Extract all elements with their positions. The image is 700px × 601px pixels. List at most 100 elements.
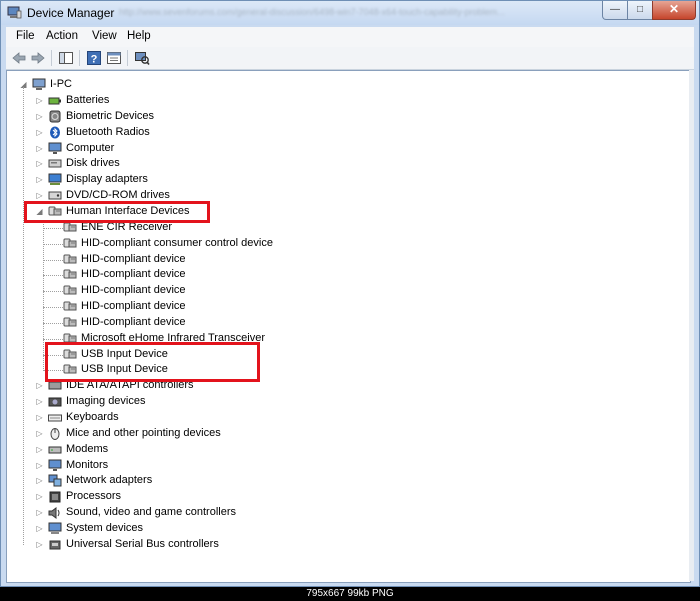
category-label: Display adapters [66, 173, 148, 186]
collapsed-arrow-icon[interactable]: ▷ [35, 96, 44, 105]
collapsed-arrow-icon[interactable]: ▷ [35, 144, 44, 153]
collapsed-arrow-icon[interactable]: ▷ [35, 445, 44, 454]
menu-bar: File Action View Help [6, 27, 694, 47]
device-manager-window: Device Manager http://www.sevenforums.co… [0, 0, 700, 587]
hid-icon [63, 317, 77, 327]
collapsed-arrow-icon[interactable]: ▷ [35, 175, 44, 184]
title-bar[interactable]: Device Manager http://www.sevenforums.co… [1, 1, 699, 25]
menu-file[interactable]: File [16, 30, 35, 42]
collapsed-arrow-icon[interactable]: ▷ [35, 413, 44, 422]
hid-device-item[interactable]: HID-compliant consumer control device [63, 236, 323, 252]
menu-view[interactable]: View [92, 30, 117, 42]
minimize-button[interactable]: — [602, 1, 628, 20]
maximize-button[interactable]: □ [627, 1, 653, 20]
tree-category[interactable]: ▷ Sound, video and game controllers [35, 505, 335, 521]
tree-category[interactable]: ▷ Disk drives [35, 156, 335, 172]
category-label: Imaging devices [66, 395, 146, 408]
mouse-icon [50, 427, 60, 440]
tree-category[interactable]: ▷ Batteries [35, 93, 335, 109]
collapsed-arrow-icon[interactable]: ▷ [35, 128, 44, 137]
window-right-rail [689, 70, 694, 581]
back-arrow-icon[interactable] [11, 50, 27, 66]
category-label: Bluetooth Radios [66, 125, 150, 138]
hid-device-item[interactable]: HID-compliant device [63, 252, 323, 268]
hid-device-item[interactable]: HID-compliant device [63, 267, 323, 283]
collapsed-arrow-icon[interactable]: ▷ [35, 492, 44, 501]
tree-category[interactable]: ▷ Imaging devices [35, 394, 335, 410]
toolbar-separator [79, 50, 80, 66]
tree-category[interactable]: ▷ System devices [35, 521, 335, 537]
category-label: Network adapters [66, 474, 153, 487]
menu-action[interactable]: Action [46, 30, 78, 42]
tree-connector [43, 227, 63, 229]
category-label: Monitors [66, 458, 109, 471]
tree-connector [43, 338, 63, 340]
collapsed-arrow-icon[interactable]: ▷ [35, 540, 44, 549]
hid-device-item[interactable]: HID-compliant device [63, 283, 323, 299]
menu-help[interactable]: Help [127, 30, 151, 42]
hid-icon [63, 269, 77, 279]
modem-icon [48, 446, 62, 454]
tree-category[interactable]: ▷ Modems [35, 442, 335, 458]
highlight-box-hid [24, 200, 210, 223]
help-icon[interactable]: ? [86, 50, 102, 66]
fingerprint-icon [49, 110, 61, 123]
category-label: Batteries [66, 94, 110, 106]
tree-category[interactable]: ▷ Universal Serial Bus controllers [35, 537, 335, 553]
tree-connector [23, 87, 24, 545]
category-label: Disk drives [66, 157, 120, 170]
collapsed-arrow-icon[interactable]: ▷ [35, 429, 44, 438]
tree-category[interactable]: ▷ Display adapters [35, 172, 335, 188]
system-device-icon [48, 522, 62, 534]
disk-drive-icon [48, 159, 62, 168]
tree-category[interactable]: ▷ Biometric Devices [35, 109, 335, 125]
collapsed-arrow-icon[interactable]: ▷ [35, 397, 44, 406]
camera-icon [48, 397, 62, 407]
category-label: System devices [66, 521, 144, 534]
tree-category[interactable]: ▷ Monitors [35, 458, 335, 474]
category-label: Universal Serial Bus controllers [66, 537, 219, 550]
bluetooth-icon [50, 126, 60, 139]
collapsed-arrow-icon[interactable]: ▷ [35, 191, 44, 200]
collapsed-arrow-icon[interactable]: ▷ [35, 508, 44, 517]
device-tree[interactable]: ◢ I-PC ▷ Batteries ▷ Biometric Devices ▷ Blue… [6, 70, 691, 583]
forward-arrow-icon[interactable] [30, 50, 46, 66]
tree-category[interactable]: ▷ Network adapters [35, 473, 335, 489]
close-button[interactable]: ✕ [652, 1, 696, 20]
hid-device-item[interactable]: HID-compliant device [63, 299, 323, 315]
collapsed-arrow-icon[interactable]: ▷ [35, 381, 44, 390]
tree-category[interactable]: ▷ Bluetooth Radios [35, 125, 335, 141]
collapsed-arrow-icon[interactable]: ▷ [35, 476, 44, 485]
hid-icon [63, 285, 77, 295]
category-label: Keyboards [66, 411, 119, 423]
scan-hardware-changes-icon[interactable] [134, 50, 150, 66]
tree-root-item[interactable]: ◢ I-PC [19, 77, 119, 93]
tree-connector [43, 275, 63, 277]
usb-icon [49, 540, 61, 550]
collapsed-arrow-icon[interactable]: ▷ [35, 159, 44, 168]
device-label: HID-compliant device [81, 268, 186, 281]
device-label: HID-compliant device [81, 252, 186, 265]
blurred-background-text: http://www.sevenforums.com/general-discu… [119, 7, 505, 17]
tree-category[interactable]: ▷ Mice and other pointing devices [35, 426, 335, 442]
tree-category[interactable]: ▷ Computer [35, 141, 335, 157]
collapsed-arrow-icon[interactable]: ▷ [35, 112, 44, 121]
sound-icon [48, 507, 60, 520]
hid-icon [63, 301, 77, 311]
hid-device-item[interactable]: HID-compliant device [63, 315, 323, 331]
device-label: HID-compliant device [81, 315, 186, 328]
network-adapter-icon [48, 474, 62, 487]
collapsed-arrow-icon[interactable]: ▷ [35, 524, 44, 533]
window-title: Device Manager [27, 6, 115, 20]
tree-category[interactable]: ▷ Keyboards [35, 410, 335, 426]
properties-icon[interactable] [106, 50, 122, 66]
collapsed-arrow-icon[interactable]: ▷ [35, 461, 44, 470]
category-label: Sound, video and game controllers [66, 506, 236, 519]
computer-icon [32, 78, 46, 90]
device-label: HID-compliant device [81, 300, 186, 313]
monitor-icon [48, 459, 62, 471]
show-hide-console-tree-icon[interactable] [58, 50, 74, 66]
tree-category[interactable]: ▷ Processors [35, 489, 335, 505]
device-label: HID-compliant device [81, 284, 186, 297]
category-label: DVD/CD-ROM drives [66, 189, 170, 202]
